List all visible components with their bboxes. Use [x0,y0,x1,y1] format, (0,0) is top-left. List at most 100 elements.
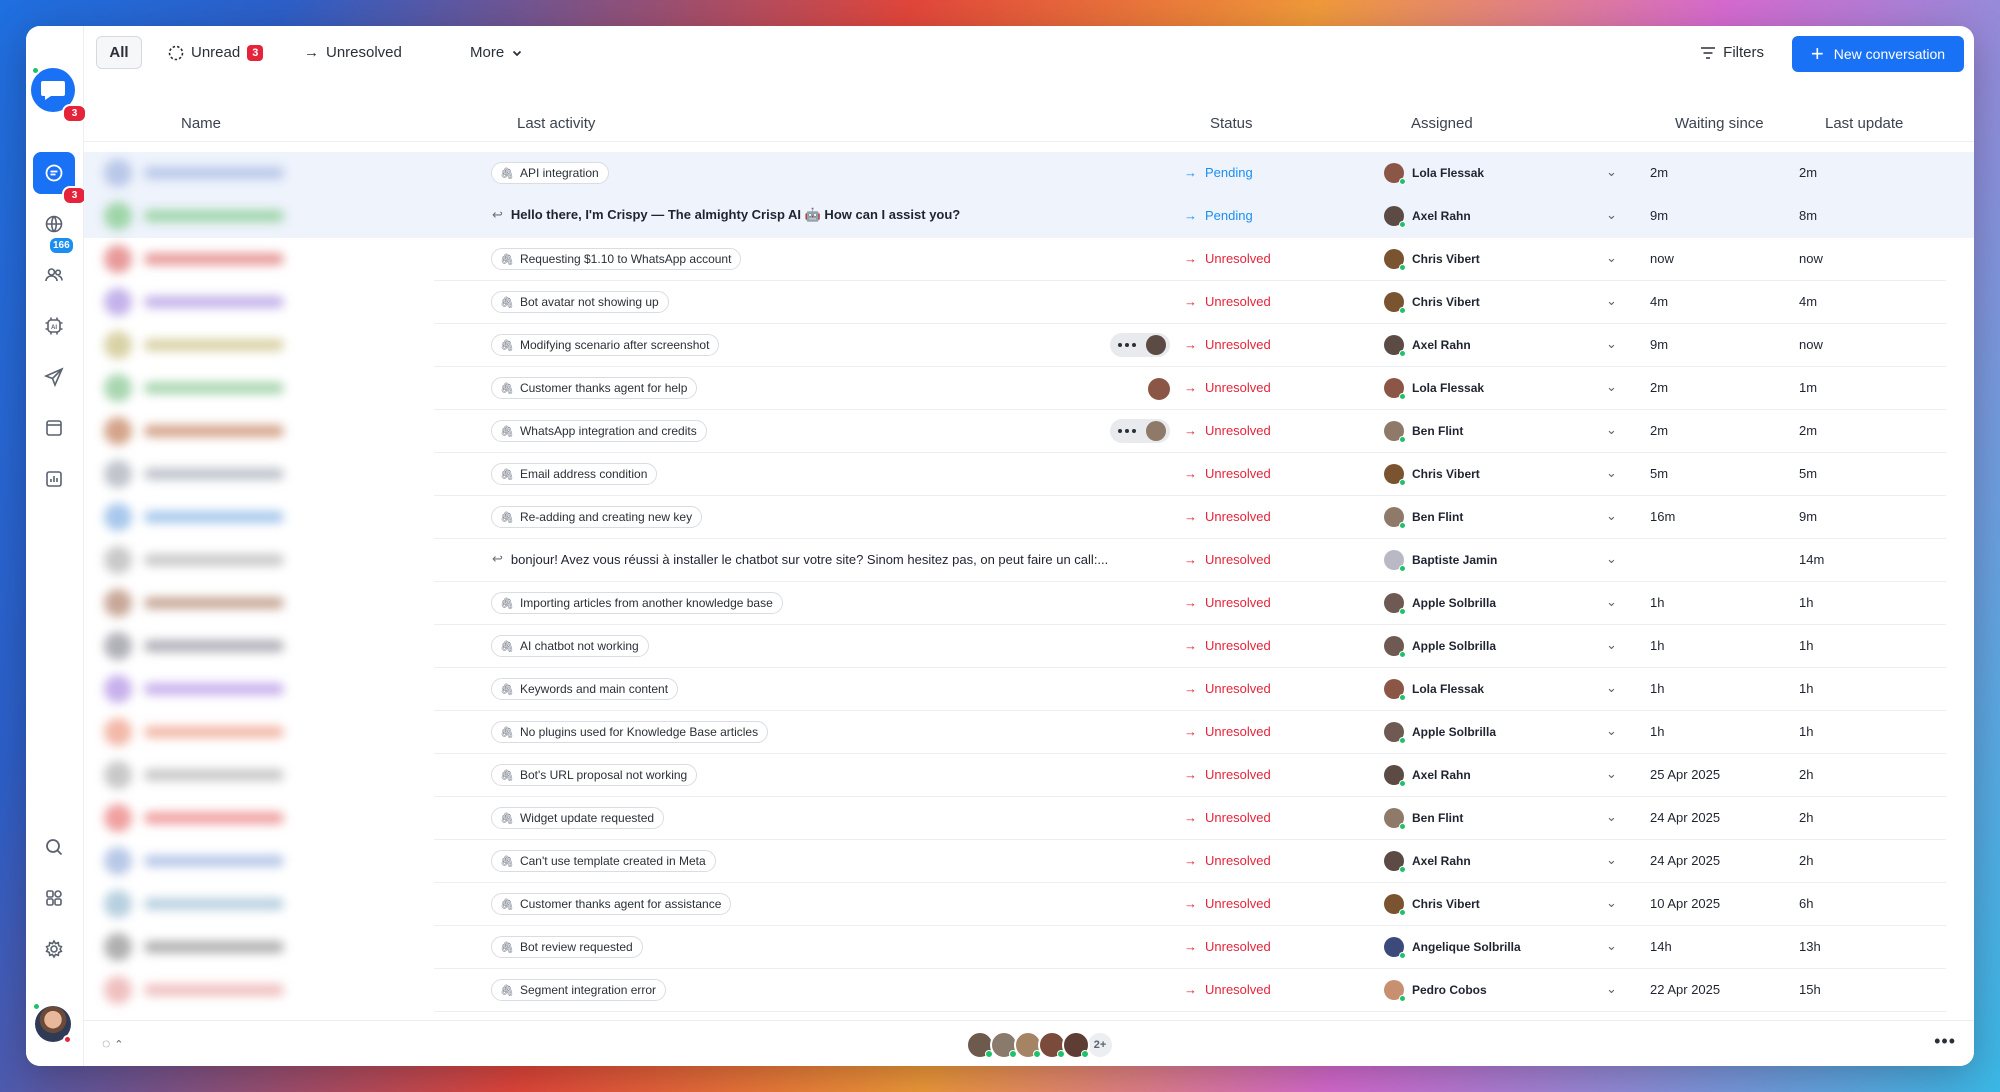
assigned-agent[interactable]: Angelique Solbrilla [1384,937,1521,959]
chevron-down-icon[interactable]: ⌄ [1606,938,1617,954]
filter-more-button[interactable]: More [470,36,523,69]
conversation-row[interactable]: 🖇 Customer thanks agent for assistance →… [84,883,1974,926]
nav-settings[interactable] [33,928,75,970]
conversation-row[interactable]: 🖇 Bot's URL proposal not working → Unres… [84,754,1974,797]
nav-campaigns[interactable] [33,356,75,398]
nav-analytics[interactable] [33,458,75,500]
filter-all-button[interactable]: All [96,36,142,69]
chevron-down-icon[interactable]: ⌄ [1606,336,1617,352]
column-waiting-since[interactable]: Waiting since [1675,115,1764,132]
nav-contacts[interactable] [33,254,75,296]
chevron-down-icon[interactable]: ⌄ [1606,207,1617,223]
assigned-agent[interactable]: Axel Rahn [1384,206,1471,228]
filter-unread-button[interactable]: Unread 3 [168,36,264,69]
conversation-row[interactable]: 🖇 WhatsApp integration and credits → Unr… [84,410,1974,453]
chevron-down-icon[interactable]: ⌄ [1606,465,1617,481]
conversation-row[interactable]: 🖇 Segment integration error → Unresolved… [84,969,1974,1012]
assigned-agent[interactable]: Chris Vibert [1384,464,1480,486]
chevron-down-icon[interactable]: ⌄ [1606,379,1617,395]
conversation-row[interactable]: 🖇 AI chatbot not working → Unresolved Ap… [84,625,1974,668]
chevron-down-icon[interactable]: ⌄ [1606,250,1617,266]
conversation-row[interactable]: 🖇 Keywords and main content → Unresolved… [84,668,1974,711]
chevron-down-icon[interactable]: ⌄ [1606,551,1617,567]
apps-icon [46,890,62,906]
assigned-agent[interactable]: Lola Flessak [1384,378,1484,400]
waiting-since: 16m [1650,509,1676,524]
assigned-agent[interactable]: Apple Solbrilla [1384,636,1496,658]
arrow-right-icon: → [1184,380,1197,395]
chevron-down-icon[interactable]: ⌄ [1606,594,1617,610]
arrow-right-icon: → [1184,208,1197,223]
last-update: 1m [1799,380,1818,395]
nav-plugins[interactable] [33,877,75,919]
assigned-agent[interactable]: Ben Flint [1384,421,1463,443]
conversation-row[interactable]: 🖇 Customer thanks agent for help → Unres… [84,367,1974,410]
assigned-agent[interactable]: Ben Flint [1384,808,1463,830]
assigned-agent[interactable]: Chris Vibert [1384,249,1480,271]
conversation-row[interactable]: 🖇 Bot review requested → Unresolved Ange… [84,926,1974,969]
filters-button[interactable]: Filters [1700,36,1764,69]
chevron-down-icon[interactable]: ⌄ [1606,508,1617,524]
assigned-agent[interactable]: Axel Rahn [1384,851,1471,873]
nav-ai[interactable]: AI [33,305,75,347]
more-options-button[interactable]: ••• [1934,1031,1956,1052]
conversation-row[interactable]: 🖇 Requesting $1.10 to WhatsApp account →… [84,238,1974,281]
chevron-down-icon[interactable]: ⌄ [1606,852,1617,868]
conversation-row[interactable]: 🖇 Modifying scenario after screenshot → … [84,324,1974,367]
assigned-agent[interactable]: Baptiste Jamin [1384,550,1497,572]
chevron-down-icon[interactable]: ⌄ [1606,895,1617,911]
conversation-row[interactable]: 🖇 Bot avatar not showing up → Unresolved… [84,281,1974,324]
last-message: ↩ bonjour! Avez vous réussi à installer … [492,551,1108,567]
conversation-row[interactable]: 🖇 No plugins used for Knowledge Base art… [84,711,1974,754]
conversation-row[interactable]: 🖇 Widget update requested → Unresolved B… [84,797,1974,840]
new-conversation-button[interactable]: + New conversation [1792,36,1964,72]
conversation-row[interactable]: 🖇 API integration → Pending Lola Flessak… [84,152,1974,195]
contact-name [144,898,284,910]
conversation-row[interactable]: ↩ Hello there, I'm Crispy — The almighty… [84,195,1974,238]
chevron-down-icon[interactable]: ⌄ [1606,723,1617,739]
conversation-row[interactable]: 🖇 Can't use template created in Meta → U… [84,840,1974,883]
chevron-down-icon[interactable]: ⌄ [1606,293,1617,309]
activity-tag: 🖇 No plugins used for Knowledge Base art… [491,721,769,743]
chevron-down-icon[interactable]: ⌄ [1606,680,1617,696]
column-assigned[interactable]: Assigned [1411,115,1473,132]
nav-search[interactable] [33,826,75,868]
team-more-count[interactable]: 2+ [1086,1031,1114,1059]
chevron-down-icon[interactable]: ⌄ [1606,637,1617,653]
chevron-down-icon[interactable]: ⌄ [1606,981,1617,997]
agent-avatar [1384,292,1406,314]
chevron-down-icon[interactable]: ⌄ [1606,422,1617,438]
conversation-row[interactable]: 🖇 Email address condition → Unresolved C… [84,453,1974,496]
column-last-update[interactable]: Last update [1825,115,1903,132]
assigned-agent[interactable]: Pedro Cobos [1384,980,1487,1002]
filter-unresolved-button[interactable]: → Unresolved [304,36,402,69]
agent-avatar [1384,249,1406,271]
column-last-activity[interactable]: Last activity [517,115,595,132]
assigned-agent[interactable]: Axel Rahn [1384,765,1471,787]
arrow-right-icon: → [1184,552,1197,567]
nav-calendar[interactable] [33,407,75,449]
chevron-down-icon[interactable]: ⌄ [1606,164,1617,180]
agent-name: Pedro Cobos [1412,983,1487,997]
conversation-row[interactable]: ↩ bonjour! Avez vous réussi à installer … [84,539,1974,582]
assigned-agent[interactable]: Apple Solbrilla [1384,722,1496,744]
assigned-agent[interactable]: Chris Vibert [1384,894,1480,916]
last-update: 2h [1799,853,1814,868]
assigned-agent[interactable]: Apple Solbrilla [1384,593,1496,615]
paperclip-icon: 🖇 [500,898,514,911]
assigned-agent[interactable]: Lola Flessak [1384,679,1484,701]
assigned-agent[interactable]: Chris Vibert [1384,292,1480,314]
conversation-row[interactable]: 🖇 Importing articles from another knowle… [84,582,1974,625]
activity-text: API integration [519,166,599,180]
availability-toggle[interactable]: ◌ ⌃ [102,1035,123,1051]
assigned-agent[interactable]: Axel Rahn [1384,335,1471,357]
column-name[interactable]: Name [181,115,221,132]
chevron-down-icon[interactable]: ⌄ [1606,766,1617,782]
contact-avatar [104,718,132,746]
assigned-agent[interactable]: Ben Flint [1384,507,1463,529]
team-online[interactable]: 2+ [966,1031,1114,1059]
chevron-down-icon[interactable]: ⌄ [1606,809,1617,825]
column-status[interactable]: Status [1210,115,1253,132]
assigned-agent[interactable]: Lola Flessak [1384,163,1484,185]
conversation-row[interactable]: 🖇 Re-adding and creating new key → Unres… [84,496,1974,539]
